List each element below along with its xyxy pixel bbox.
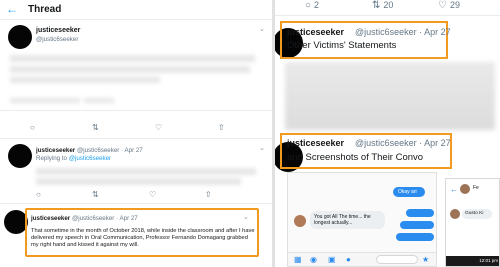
blurred-text	[10, 66, 250, 73]
like-icon[interactable]: ♡	[149, 191, 156, 199]
share-icon[interactable]: ⇧	[218, 124, 225, 132]
tweet-header: justiceseeker @justic6seeker · Apr 27	[36, 147, 143, 154]
tweet-text: and Screenshots of Their Convo	[287, 152, 424, 163]
blurred-text	[36, 178, 241, 185]
divider	[0, 138, 272, 139]
avatar	[460, 184, 470, 194]
blurred-text	[10, 55, 255, 62]
like-icon[interactable]: ★	[422, 255, 429, 264]
retweet-count: 20	[383, 0, 394, 10]
reply-count: 2	[314, 0, 320, 10]
replying-prefix: Replying to	[36, 155, 69, 162]
tweet-username[interactable]: justiceseeker	[36, 147, 75, 154]
tweet-text: That sometime in the month of October 20…	[31, 228, 255, 249]
reply-icon[interactable]: ○	[30, 124, 35, 132]
microphone-icon[interactable]: ●	[346, 255, 351, 264]
replying-handle-link[interactable]: @justic6seeker	[69, 155, 111, 162]
reply-icon[interactable]: ○ 2	[305, 0, 319, 11]
grid-icon[interactable]: ▦	[294, 255, 302, 264]
message-input[interactable]	[376, 255, 418, 264]
avatar[interactable]	[8, 25, 32, 49]
avatar[interactable]	[8, 144, 32, 168]
tweet-username[interactable]: justiceseeker	[36, 27, 80, 34]
received-message: Gusto Ki	[462, 209, 492, 219]
image-icon[interactable]: ▣	[328, 255, 336, 264]
contact-name: Fe	[473, 185, 479, 191]
chevron-down-icon[interactable]: ⌄	[259, 25, 265, 33]
thread-panel: ← Thread justiceseeker @justic6seeker ⌄ …	[0, 0, 272, 267]
chevron-down-icon[interactable]: ⌄	[259, 144, 265, 152]
like-icon[interactable]: ♡	[155, 124, 162, 132]
sent-message: Okay ari	[393, 187, 425, 197]
sent-message	[406, 209, 434, 217]
replying-to: Replying to @justic6seeker	[36, 155, 111, 162]
blurred-image	[285, 62, 495, 130]
like-icon[interactable]: ♡ 29	[438, 0, 460, 11]
like-count: 29	[449, 0, 460, 10]
messenger-toolbar: ▦ ◉ ▣ ● ★	[288, 252, 436, 266]
avatar	[450, 209, 460, 219]
tweet-header: justiceseeker @justic6seeker · Apr 27	[31, 215, 138, 222]
thread-title: Thread	[28, 4, 62, 15]
divider	[0, 110, 272, 111]
camera-icon[interactable]: ◉	[310, 255, 317, 264]
divider	[275, 15, 500, 16]
tweet-username[interactable]: justiceseeker	[31, 215, 70, 222]
retweet-icon[interactable]: ⇅	[92, 191, 99, 199]
tweet-handle-date: @justic6seeker · Apr 27	[71, 215, 138, 222]
blurred-text	[36, 168, 256, 175]
reply-icon[interactable]: ○	[36, 191, 41, 199]
status-time: 12:01 pm	[479, 258, 498, 263]
status-bar: 12:01 pm	[446, 256, 499, 266]
share-icon[interactable]: ⇧	[205, 191, 212, 199]
phone-screenshot[interactable]: ← Fe Gusto Ki 12:01 pm	[445, 178, 500, 267]
messenger-screenshot[interactable]: Okay ari You got All The time... the lon…	[287, 172, 437, 267]
sent-message	[396, 233, 434, 241]
received-message-text: You got All The time... the longest actu…	[314, 214, 371, 226]
blurred-text	[84, 98, 114, 103]
retweet-icon[interactable]: ⇅ 20	[372, 0, 393, 11]
back-arrow-icon[interactable]: ←	[6, 2, 18, 16]
back-arrow-icon[interactable]: ←	[450, 185, 458, 194]
divider	[0, 203, 272, 204]
tweet-username[interactable]: justiceseeker	[287, 138, 344, 148]
chevron-down-icon[interactable]: ⌄	[243, 213, 249, 221]
tweets-panel: ○ 2 ⇅ 20 ♡ 29 justiceseeker @justic6seeker …	[275, 0, 500, 267]
blurred-text	[10, 98, 80, 103]
blurred-text	[10, 77, 160, 83]
tweet-handle-date: @justic6seeker · Apr 27	[355, 27, 451, 37]
tweet-username[interactable]: justiceseeker	[287, 27, 344, 37]
thread-header: ← Thread	[0, 0, 272, 20]
tweet-handle[interactable]: @justic6seeker	[36, 36, 78, 43]
tweet-handle-date: @justic6seeker · Apr 27	[76, 147, 143, 154]
retweet-icon[interactable]: ⇅	[92, 124, 99, 132]
avatar	[294, 215, 306, 227]
sent-message	[400, 221, 434, 229]
tweet-actions: ○ 2 ⇅ 20 ♡ 29	[275, 0, 500, 12]
received-message: You got All The time... the longest actu…	[310, 211, 385, 229]
sent-message-text: Okay ari	[398, 189, 417, 195]
tweet-text: Other Victims' Statements	[287, 40, 397, 51]
tweet-handle-date: @justic6seeker · Apr 27	[355, 138, 451, 148]
